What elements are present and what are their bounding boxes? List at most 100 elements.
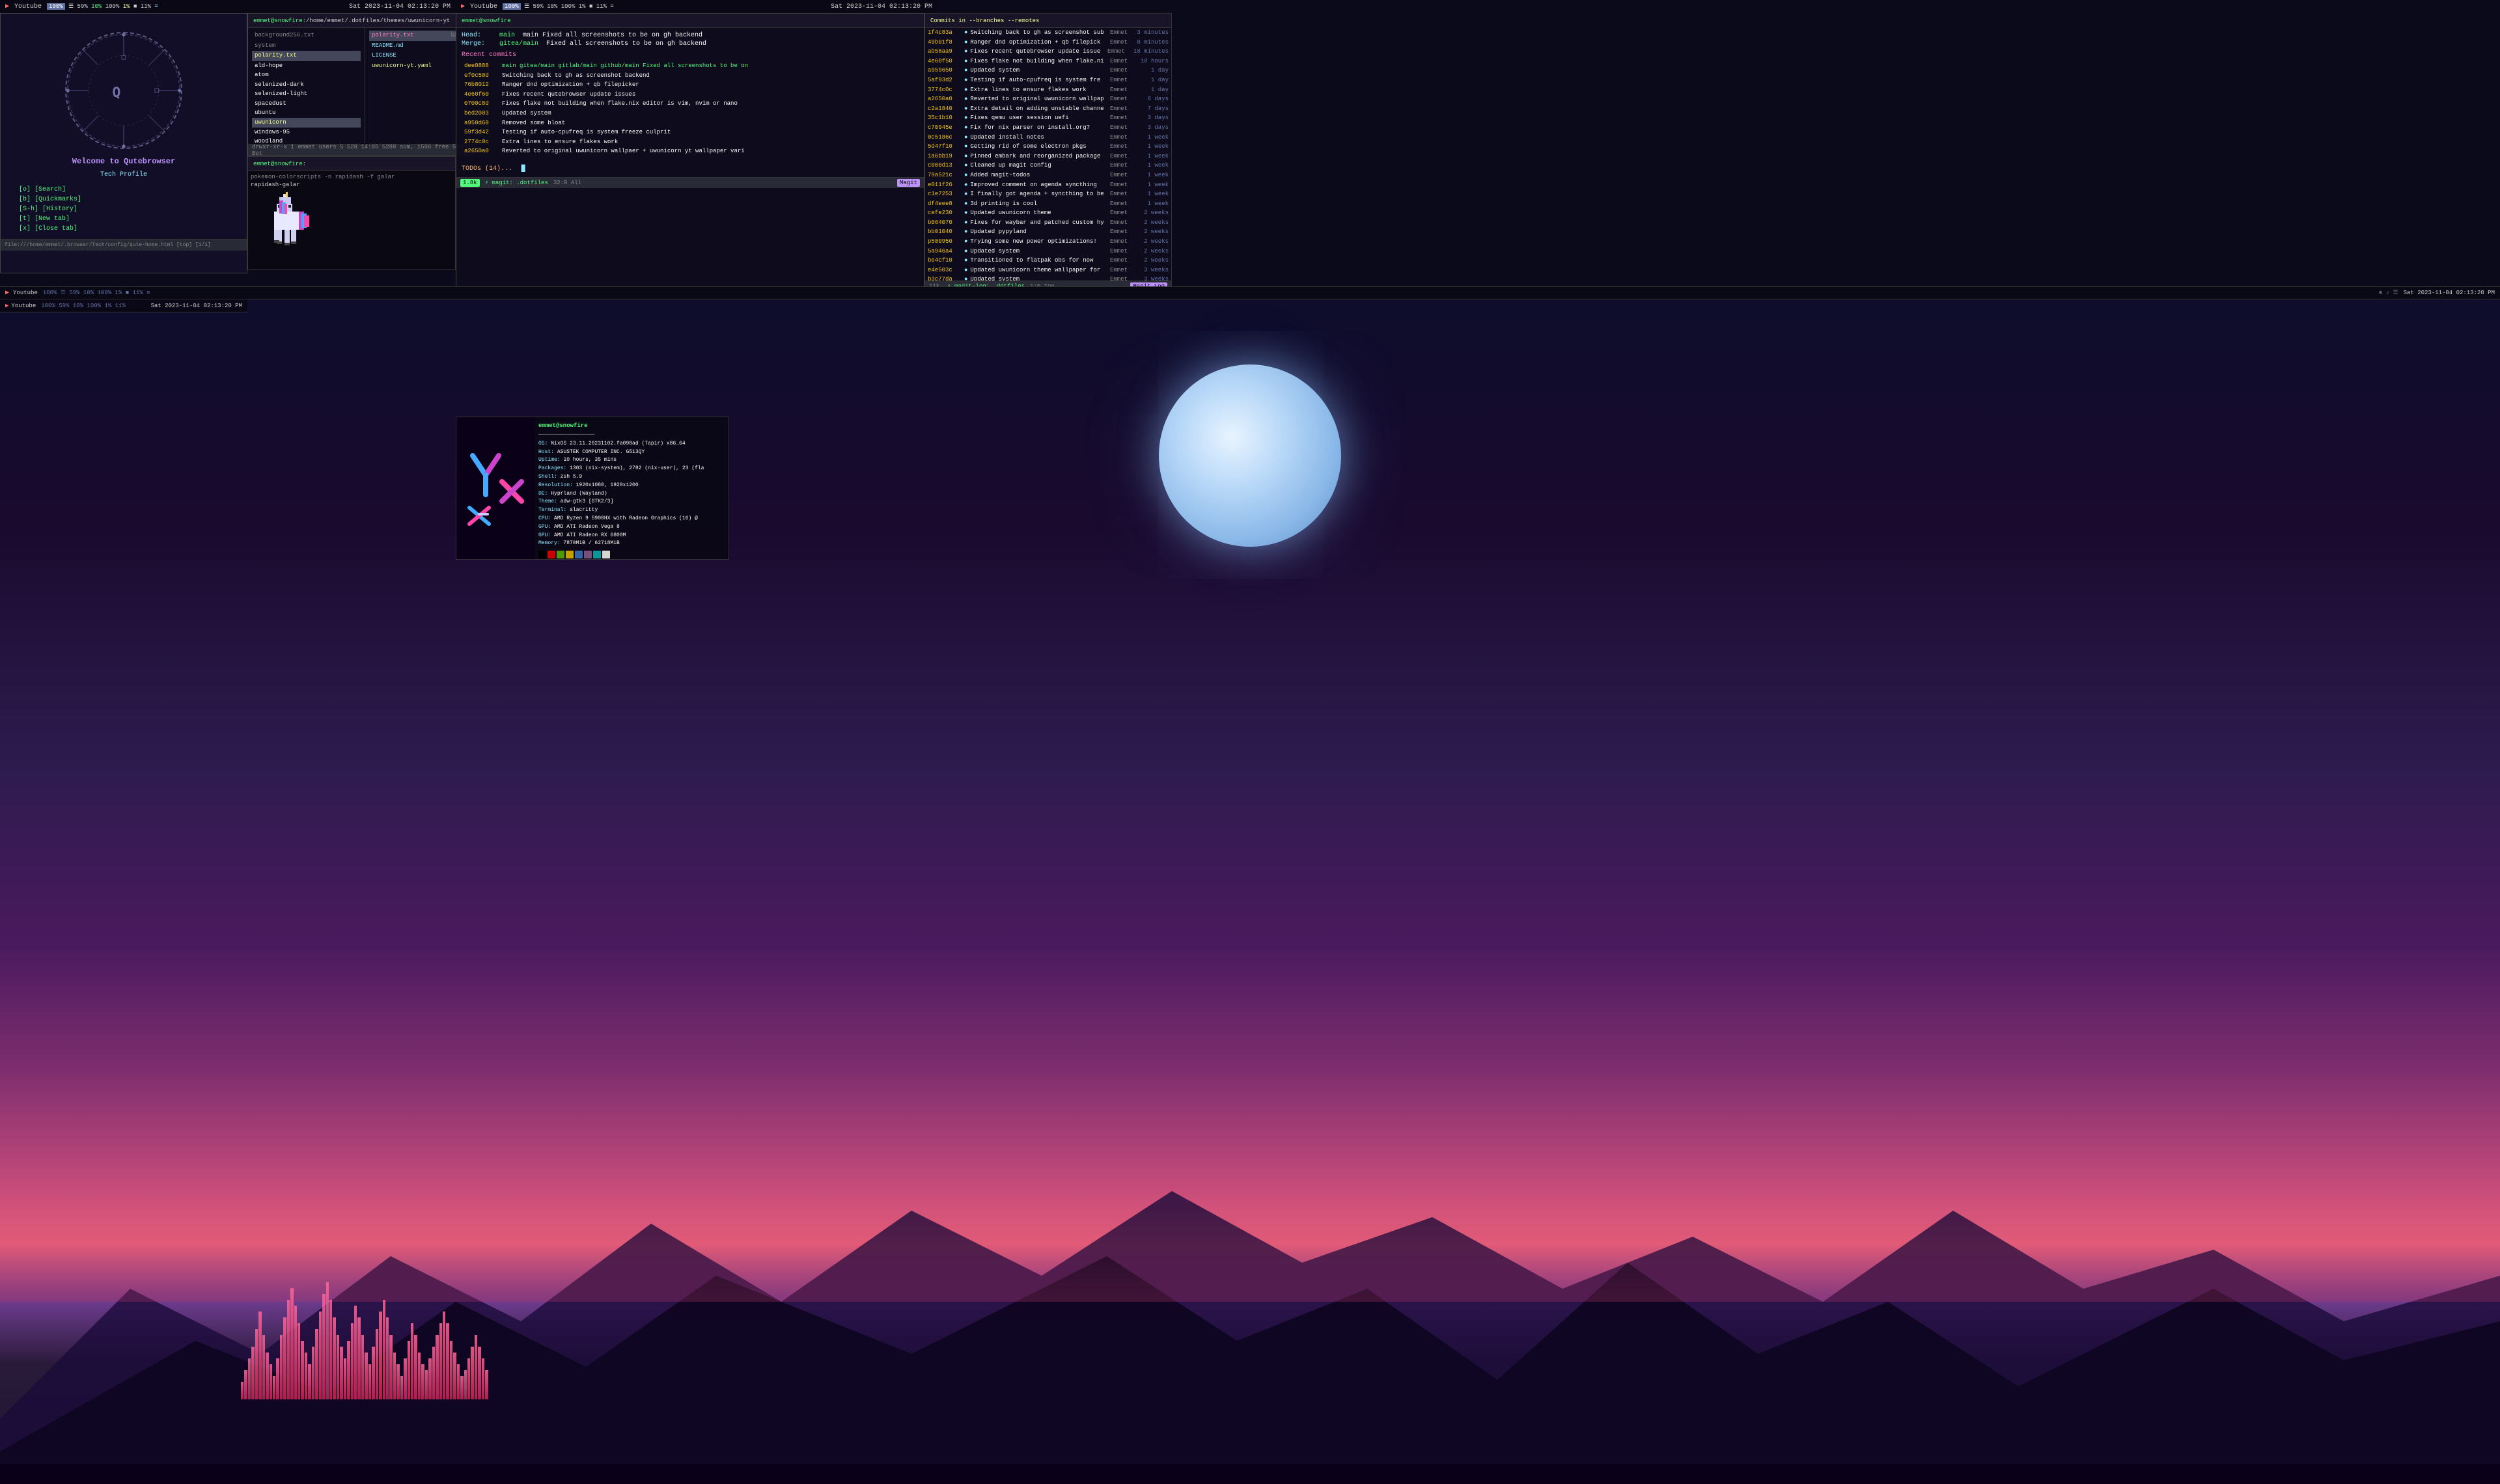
spec-bar-51 [421, 1364, 424, 1399]
qute-menu-newtab[interactable]: [t] [New tab] [19, 214, 229, 224]
theme-dir-polarity[interactable]: polarity.txt [252, 51, 361, 61]
file-row-uwunicorn[interactable]: uwunicorn [252, 118, 361, 128]
yt-icon-upper-right: ▶ [461, 3, 465, 10]
qute-menu-history[interactable]: [S-h] [History] [19, 204, 229, 214]
neofetch-packages: Packages: 1303 (nix-system), 2782 (nix-u… [538, 465, 725, 473]
file-row-woodland[interactable]: woodland [252, 137, 361, 144]
file-row-license[interactable]: atom [252, 70, 361, 80]
gitlog-titlebar: Commits in --branches --remotes [925, 14, 1171, 28]
spec-bar-54 [432, 1347, 435, 1399]
gitlog-window: Commits in --branches --remotes 1f4c83a … [924, 13, 1172, 293]
commit-9: a2650a0 Reverted to original uwunicorn w… [462, 146, 919, 156]
spec-bar-46 [404, 1358, 406, 1399]
spec-bar-43 [393, 1353, 396, 1399]
spec-bar-65 [471, 1347, 473, 1399]
qute-menu-search[interactable]: [o] [Search] [19, 185, 229, 195]
spec-bar-35 [365, 1353, 367, 1399]
todos-line: TODOs (14)... █ [462, 161, 919, 173]
moon [1159, 364, 1341, 547]
file-row-windows[interactable]: windows-95 [252, 128, 361, 137]
spec-bar-49 [414, 1335, 417, 1399]
bottom-yt-icon: ▶ [5, 303, 8, 309]
gitlog-row-10: c70945e ● Fix for nix parser on install.… [925, 123, 1171, 133]
youtube-label-upper-right: Youtube [470, 3, 497, 10]
neofetch-gpu1: GPU: AMD ATI Radeon Vega 8 [538, 523, 725, 532]
neofetch-os: OS: NixOS 23.11.20231102.fa098ad (Tapir)… [538, 440, 725, 448]
git-title: emmet@snowfire [462, 18, 511, 24]
spec-bar-55 [436, 1335, 438, 1399]
gitlog-row-22: p500950 ● Trying some new power optimiza… [925, 237, 1171, 247]
gitlog-row-20: b064070 ● Fixes for waybar and patched c… [925, 218, 1171, 228]
file-row-readme[interactable]: ald-hope [252, 61, 361, 71]
neofetch-logo [463, 449, 528, 527]
pokemon-window: emmet@snowfire: pokemon-colorscripts -n … [247, 156, 456, 270]
file-row-sel-light[interactable]: selenized-light [252, 89, 361, 99]
commit-list: dee0888 main gitea/main gitlab/main gith… [462, 61, 919, 156]
neofetch-user: emmet@snowfire [538, 421, 725, 430]
gitlog-row-4: a959650 ● Updated system Emmet 1 day [925, 66, 1171, 76]
git-titlebar: emmet@snowfire [456, 14, 924, 28]
gitlog-title: Commits in --branches --remotes [930, 18, 1039, 24]
file-row-spacedust[interactable]: spacedust [252, 99, 361, 109]
git-window: emmet@snowfire Head: main main Fixed all… [456, 13, 924, 293]
spec-bar-63 [464, 1370, 467, 1399]
qute-menu-closetab[interactable]: [x] [Close tab] [19, 224, 229, 234]
commit-4: 0700c8d Fixes flake not building when fl… [462, 99, 919, 109]
neofetch-info: emmet@snowfire ──────────────── OS: NixO… [535, 417, 729, 559]
file-row-ubuntu[interactable]: ubuntu [252, 108, 361, 118]
git-statusbar: 1.8k ⚡ magit: .dotfiles 32:0 All Magit [456, 177, 924, 188]
spec-bar-47 [408, 1341, 410, 1399]
gitlog-row-25: e4e503c ● Updated uwunicorn theme wallpa… [925, 266, 1171, 275]
divider-bar: ▶ Youtube 100% ☰ 59% 10% 100% 1% ■ 11% ≡… [0, 286, 2500, 299]
spec-bar-15 [294, 1306, 297, 1399]
file-row-yaml[interactable]: selenized-dark [252, 80, 361, 90]
gitlog-row-8: c2a1840 ● Extra detail on adding unstabl… [925, 104, 1171, 114]
spec-bar-7 [266, 1353, 268, 1399]
qute-content: Q Welcome to Qutebrowser Tech Profile [o… [1, 14, 247, 239]
qute-logo: Q [65, 32, 182, 149]
spec-bar-19 [308, 1364, 311, 1399]
gitlog-row-5: 5af93d2 ● Testing if auto-cpufreq is sys… [925, 76, 1171, 85]
top-bar-right-upper-right: Sat 2023-11-04 02:13:20 PM [831, 3, 932, 10]
qute-url: file:///home/emmet/.browser/Tech/config/… [5, 242, 211, 248]
div-datetime: Sat 2023-11-04 02:13:20 PM [2404, 290, 2495, 296]
neofetch-de: DE: Hyprland (Wayland) [538, 490, 725, 499]
tags-upper: 100% ☰ 59% 10% 100% 1% ■ 11% ≡ [47, 3, 158, 10]
gitlog-row-21: bb01040 ● Updated pypyland Emmet 2 weeks [925, 227, 1171, 237]
commit-5: bed2003 Updated system [462, 109, 919, 118]
spec-bar-26 [333, 1317, 335, 1399]
spec-bar-13 [287, 1300, 290, 1399]
spec-bar-25 [329, 1300, 332, 1399]
spec-bar-40 [383, 1300, 385, 1399]
spec-bar-31 [351, 1323, 354, 1399]
spec-bar-37 [372, 1347, 374, 1399]
neofetch-divider: ──────────────── [538, 430, 725, 439]
gitlog-row-0: 1f4c83a ● Switching back to gh as screen… [925, 28, 1171, 38]
filebrowser-path: /home/emmet/.dotfiles/themes/uwunicorn-y… [306, 18, 450, 24]
spec-bar-32 [354, 1306, 357, 1399]
neofetch-terminal: Terminal: alacritty [538, 506, 725, 515]
spec-bar-11 [280, 1335, 283, 1399]
top-bar-upper-right: ▶ Youtube 100% ☰ 59% 10% 100% 1% ■ 11% ≡… [456, 0, 938, 13]
div-tags: 100% ☰ 59% 10% 100% 1% ■ 11% ≡ [43, 290, 150, 296]
magit-branch-indicator: 1.8k [460, 179, 480, 187]
spec-bar-3 [251, 1347, 254, 1399]
commit-7: 59f3d42 Testing if auto-cpufreq is syste… [462, 128, 919, 137]
cursor-blink: █ [521, 165, 525, 172]
bottom-yt-label: Youtube [11, 303, 36, 309]
git-content: Head: main main Fixed all screenshots to… [456, 28, 924, 177]
gitlog-row-12: 5d47f10 ● Getting rid of some electron p… [925, 142, 1171, 152]
gitlog-row-3: 4e60f50 ● Fixes flake not building when … [925, 57, 1171, 66]
spec-bar-53 [428, 1358, 431, 1399]
spec-bar-69 [485, 1370, 488, 1399]
youtube-label-upper: Youtube [14, 3, 42, 10]
spec-bar-52 [425, 1370, 428, 1399]
spec-bar-66 [475, 1335, 477, 1399]
spec-bar-68 [482, 1358, 484, 1399]
neofetch-host: Host: ASUSTEK COMPUTER INC. G513QY [538, 448, 725, 457]
spec-bar-20 [312, 1347, 314, 1399]
dir-listing: background256.txt system polarity.txt al… [248, 28, 365, 144]
spec-bar-39 [379, 1312, 382, 1399]
filebrowser-titlebar: emmet@snowfire: /home/emmet/.dotfiles/th… [248, 14, 475, 28]
qute-menu-quickmarks[interactable]: [b] [Quickmarks] [19, 195, 229, 204]
